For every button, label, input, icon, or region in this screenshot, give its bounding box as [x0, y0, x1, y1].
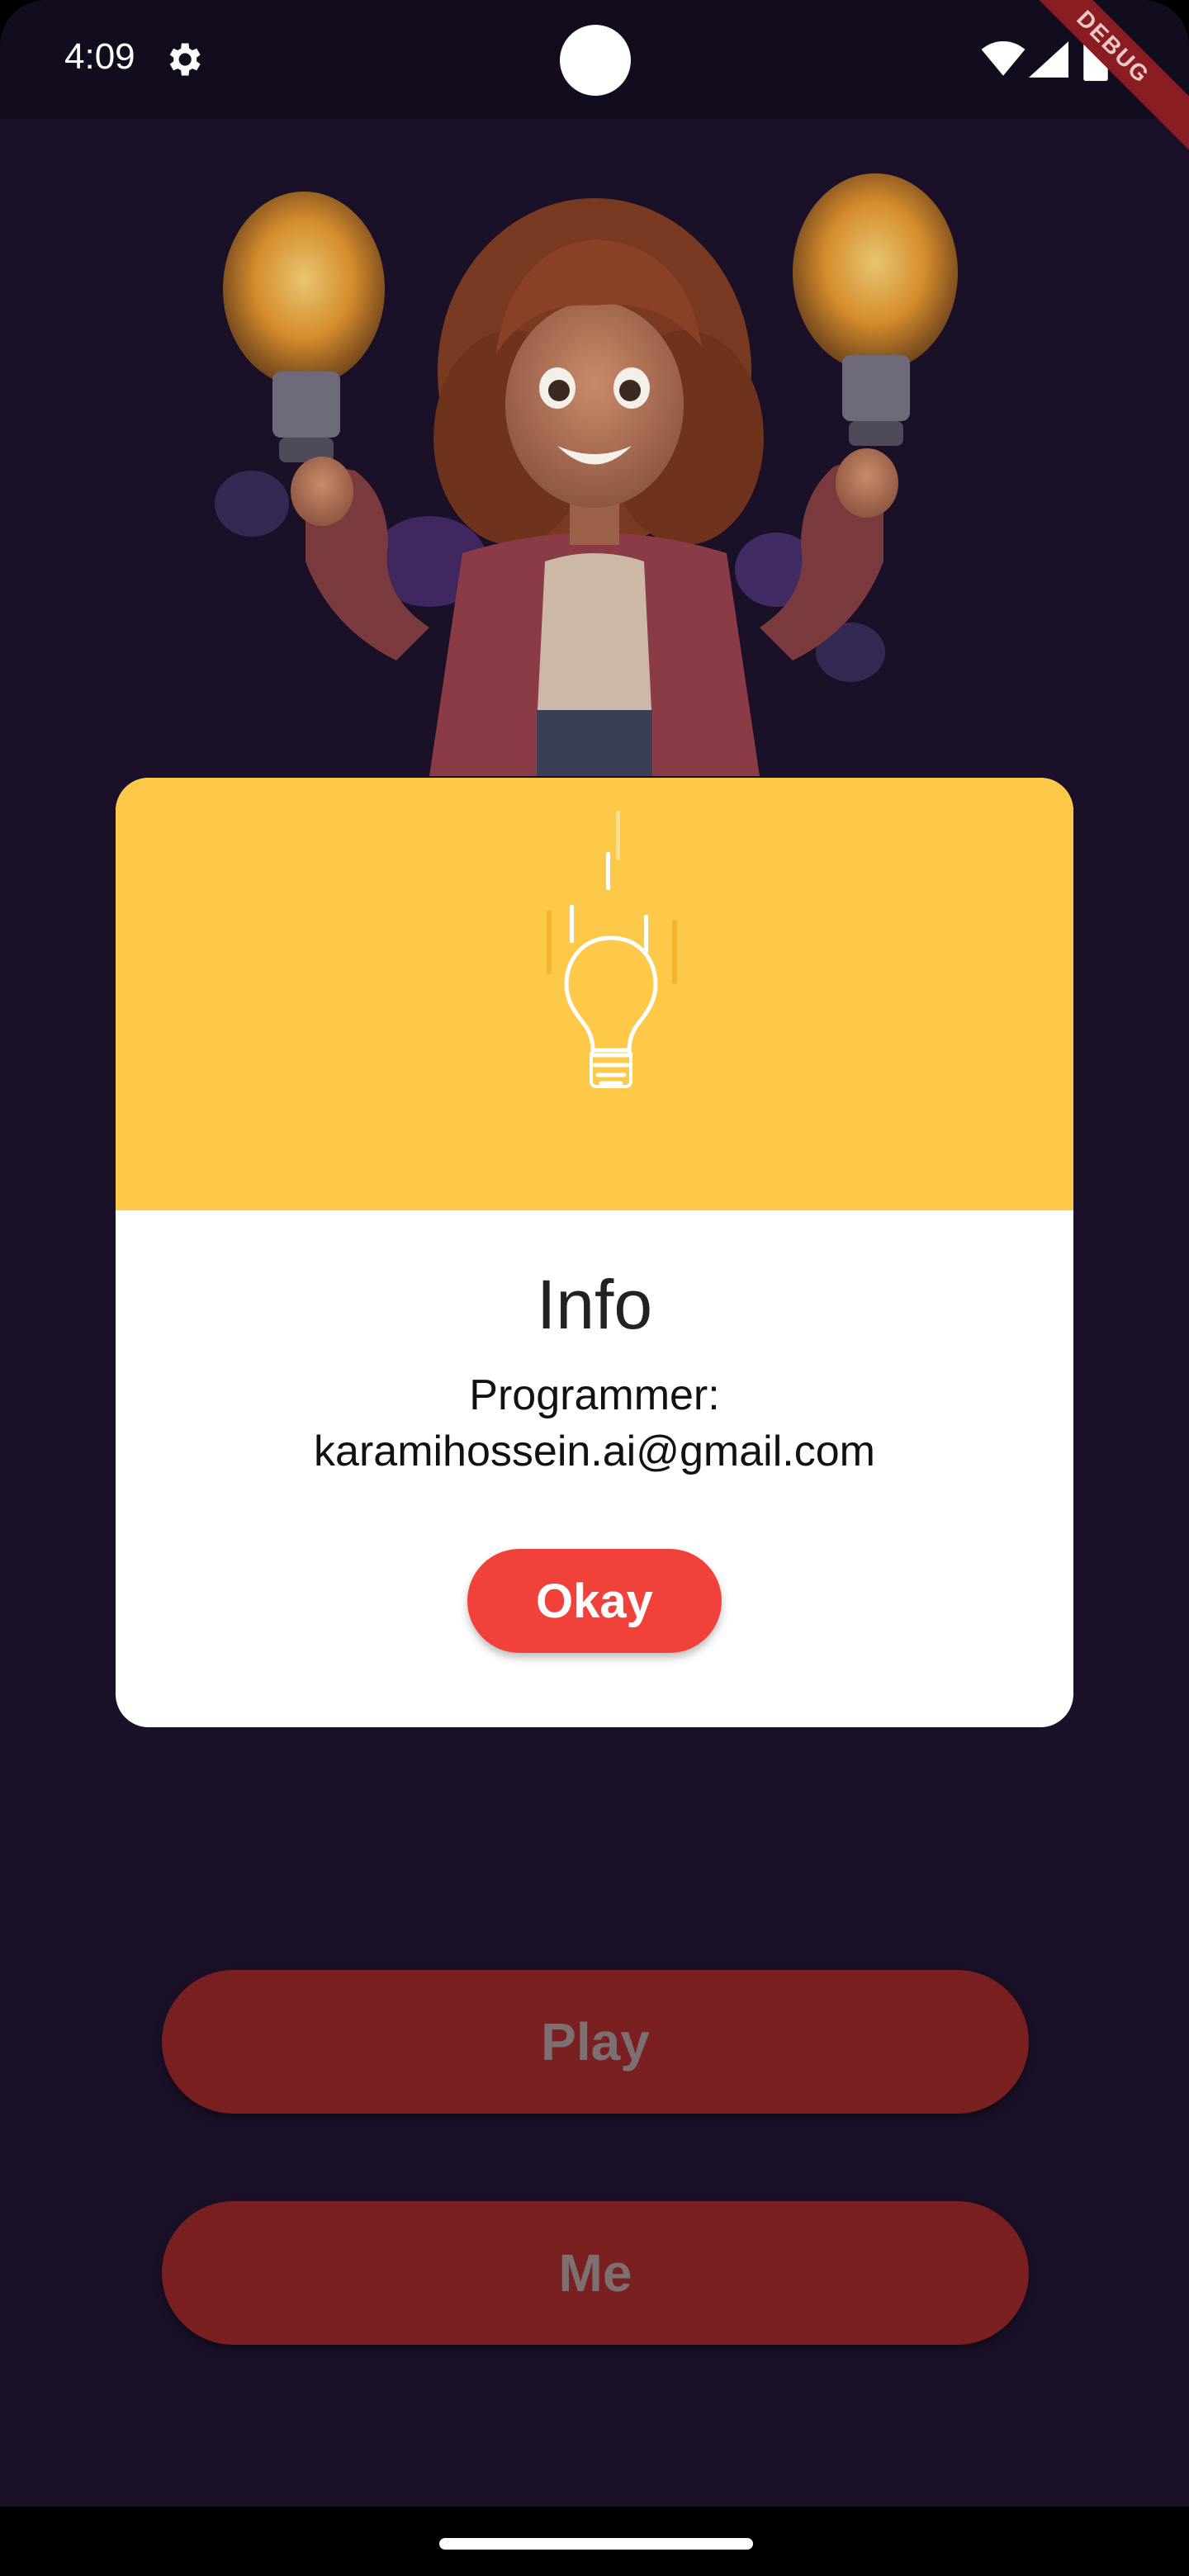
programmer-label: Programmer: [469, 1371, 720, 1419]
cellular-signal-icon [1029, 41, 1068, 78]
hero-illustration [215, 173, 958, 776]
home-indicator[interactable] [439, 2538, 753, 2550]
camera-cutout [560, 25, 631, 96]
dialog-title: Info [536, 1266, 653, 1343]
play-button[interactable]: Play [162, 1970, 1029, 2114]
info-dialog: Info Programmer: karamihossein.ai@gmail.… [116, 778, 1073, 1727]
status-bar: 4:09 DEBUG [0, 0, 1189, 160]
okay-button[interactable]: Okay [467, 1549, 722, 1653]
app-screen: 4:09 DEBUG Play Me Info Programmer: kara… [0, 0, 1189, 2576]
dialog-body: Programmer: karamihossein.ai@gmail.com [116, 1367, 1073, 1480]
lightbulb-icon [547, 811, 677, 1088]
status-time: 4:09 [64, 36, 135, 77]
dialog-header [116, 778, 1073, 1210]
programmer-email: karamihossein.ai@gmail.com [314, 1428, 875, 1475]
gear-icon [169, 43, 201, 76]
wifi-icon [981, 41, 1026, 76]
me-button[interactable]: Me [162, 2201, 1029, 2345]
